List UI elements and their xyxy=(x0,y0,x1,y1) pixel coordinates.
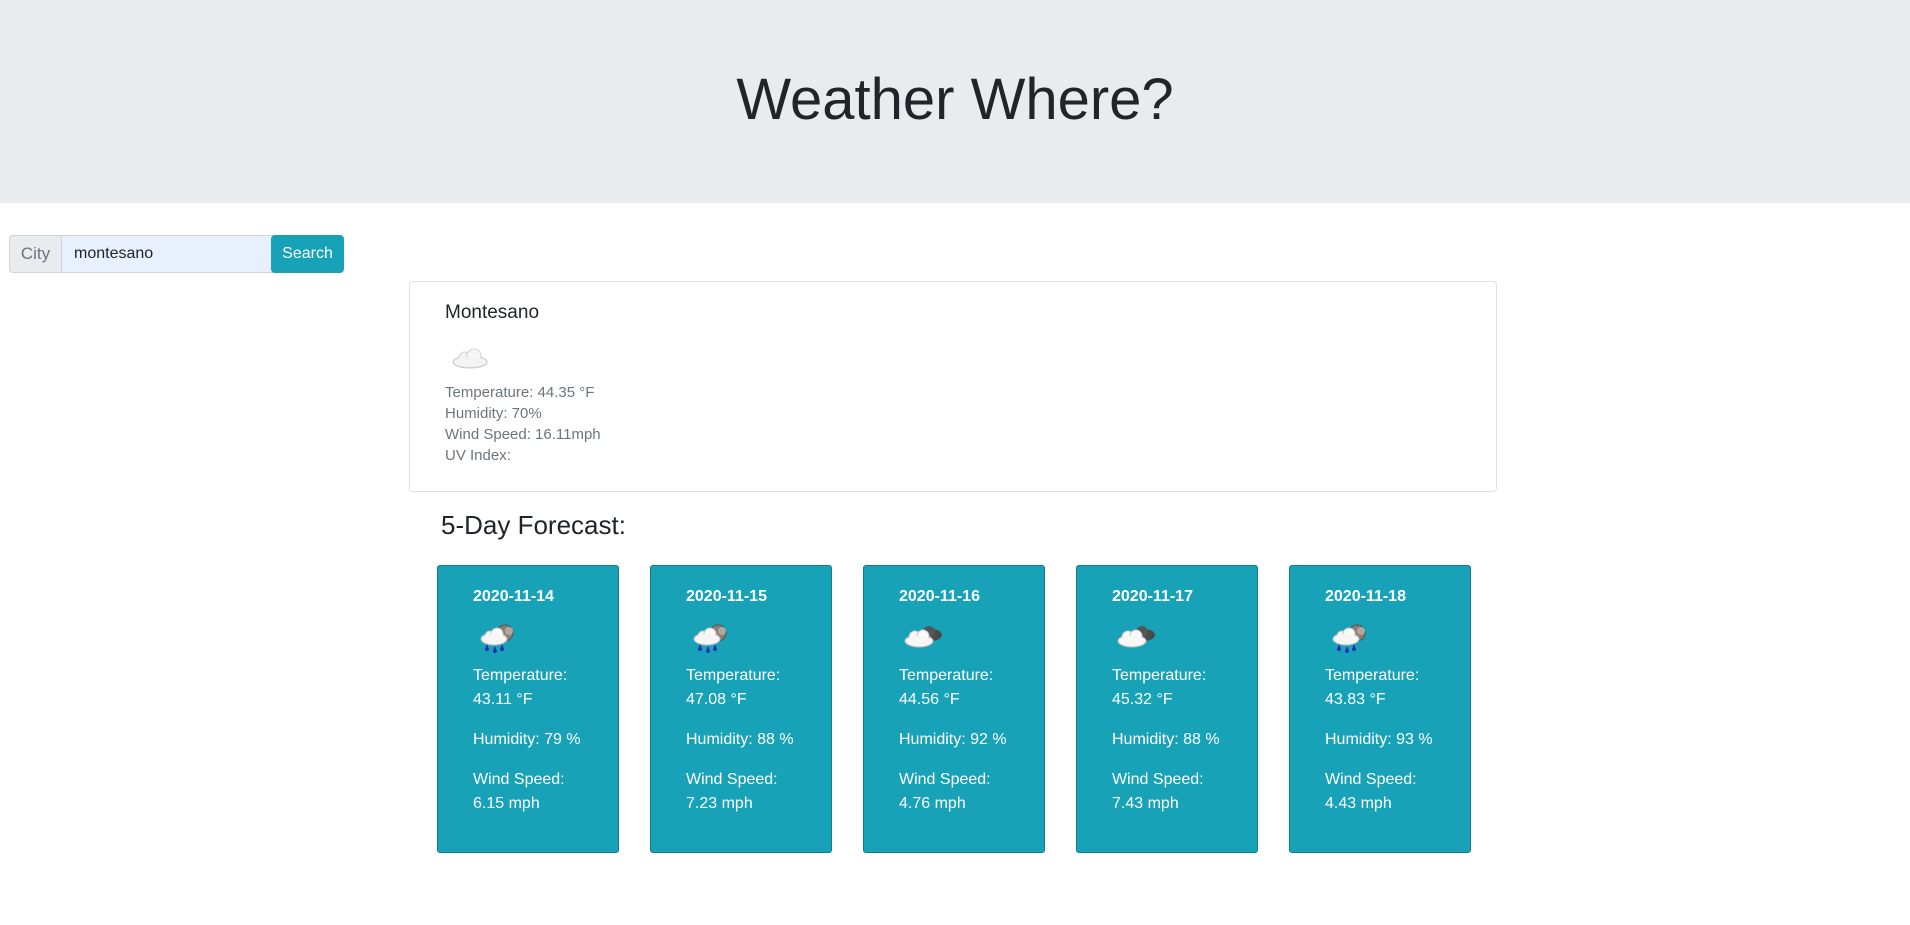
forecast-wind-value: 6.15 mph xyxy=(473,795,540,812)
forecast-card: 2020-11-14 Temperature: 43.11 °F Humidit… xyxy=(437,565,619,853)
forecast-date: 2020-11-17 xyxy=(1112,588,1193,605)
broken-clouds-icon xyxy=(1115,622,1159,657)
forecast-card: 2020-11-17 Temperature: 45.32 °F Humidit… xyxy=(1076,565,1258,853)
forecast-wind-value: 4.76 mph xyxy=(899,795,966,812)
page-title: Weather Where? xyxy=(736,67,1174,132)
forecast-temp-label: Temperature: xyxy=(473,667,568,684)
forecast-temp-label: Temperature: xyxy=(686,667,781,684)
forecast-humidity: Humidity: 88 % xyxy=(686,731,794,748)
forecast-temp-value: 47.08 °F xyxy=(686,691,747,708)
forecast-temp-value: 43.11 °F xyxy=(473,691,533,708)
current-weather-card: Montesano Temperature: 44.35 °F Humidity… xyxy=(409,281,1497,492)
search-button[interactable]: Search xyxy=(271,235,344,273)
forecast-temp-value: 44.56 °F xyxy=(899,691,960,708)
city-search-input[interactable] xyxy=(61,235,285,273)
rain-cloud-icon xyxy=(689,622,733,661)
forecast-temp-label: Temperature: xyxy=(899,667,994,684)
forecast-wind-label: Wind Speed: xyxy=(899,771,991,788)
forecast-date: 2020-11-16 xyxy=(899,588,980,605)
current-temperature: Temperature: 44.35 °F xyxy=(445,384,595,401)
forecast-temp-value: 45.32 °F xyxy=(1112,691,1173,708)
forecast-wind-label: Wind Speed: xyxy=(686,771,778,788)
current-stats: Temperature: 44.35 °F Humidity: 70% Wind… xyxy=(445,382,601,466)
forecast-humidity: Humidity: 88 % xyxy=(1112,731,1220,748)
forecast-wind-label: Wind Speed: xyxy=(1112,771,1204,788)
forecast-humidity: Humidity: 92 % xyxy=(899,731,1007,748)
forecast-humidity: Humidity: 79 % xyxy=(473,731,581,748)
forecast-wind-label: Wind Speed: xyxy=(473,771,565,788)
header-jumbotron: Weather Where? xyxy=(0,0,1910,203)
rain-cloud-icon xyxy=(1328,622,1372,661)
forecast-wind-value: 7.43 mph xyxy=(1112,795,1179,812)
forecast-temp-label: Temperature: xyxy=(1112,667,1207,684)
rain-cloud-icon xyxy=(476,622,520,661)
current-uv-index: UV Index: xyxy=(445,447,511,464)
forecast-date: 2020-11-15 xyxy=(686,588,767,605)
cloud-icon xyxy=(450,344,490,375)
forecast-date: 2020-11-18 xyxy=(1325,588,1406,605)
forecast-title: 5-Day Forecast: xyxy=(441,510,626,540)
forecast-card: 2020-11-16 Temperature: 44.56 °F Humidit… xyxy=(863,565,1045,853)
broken-clouds-icon xyxy=(902,622,946,657)
current-humidity: Humidity: 70% xyxy=(445,405,542,422)
forecast-card: 2020-11-15 Temperature: 47.08 °F Humidit… xyxy=(650,565,832,853)
forecast-wind-value: 4.43 mph xyxy=(1325,795,1392,812)
city-input-label: City xyxy=(9,235,61,273)
forecast-temp-label: Temperature: xyxy=(1325,667,1420,684)
forecast-humidity: Humidity: 93 % xyxy=(1325,731,1433,748)
city-search-group: City xyxy=(9,235,285,273)
forecast-wind-value: 7.23 mph xyxy=(686,795,753,812)
current-city-name: Montesano xyxy=(445,302,540,323)
forecast-card: 2020-11-18 Temperature: 43.83 °F Humidit… xyxy=(1289,565,1471,853)
forecast-wind-label: Wind Speed: xyxy=(1325,771,1417,788)
current-wind-speed: Wind Speed: 16.11mph xyxy=(445,426,601,443)
forecast-date: 2020-11-14 xyxy=(473,588,554,605)
forecast-temp-value: 43.83 °F xyxy=(1325,691,1386,708)
